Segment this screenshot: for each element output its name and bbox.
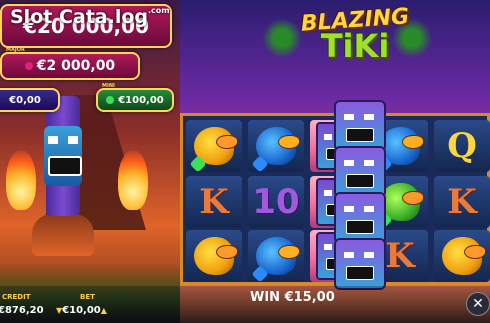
jackpot-major-value: €2 000,00: [36, 58, 116, 74]
credit-label: CREDIT: [2, 293, 31, 301]
symbol-bird-yellow: [186, 230, 242, 282]
symbol-10: 10: [248, 176, 304, 228]
watermark: Slot Cata.log.com: [10, 6, 170, 28]
toucan-icon: [194, 237, 238, 275]
jackpot-minor: €0,00: [0, 88, 60, 112]
gem-icon: [24, 62, 33, 70]
bet-increase-icon[interactable]: ▲: [101, 306, 107, 315]
symbol-bird-blue: [248, 120, 304, 173]
toucan-icon: [442, 237, 486, 275]
tiki-totem-stack: [332, 100, 386, 290]
tiki-mascot: [32, 96, 94, 256]
symbol-bird-blue: [248, 230, 304, 283]
symbol-k: K: [186, 176, 242, 228]
symbol-bird-yellow: [186, 120, 242, 173]
gem-icon: [106, 96, 115, 104]
bet-value: €10,00: [62, 305, 101, 316]
jackpot-mini-label: MINI: [102, 83, 115, 89]
credit-value: €876,20: [0, 305, 44, 316]
game-logo: BLAZING TiKi: [285, 4, 425, 65]
jackpot-mini: MINI €100,00: [96, 83, 174, 112]
symbol-bird-yellow: [434, 230, 490, 282]
close-icon[interactable]: ✕: [466, 292, 490, 316]
jackpot-major: MAJOR €2 000,00: [0, 47, 140, 80]
tiki-icon: [334, 238, 386, 290]
bet-control[interactable]: ▼€10,00▲: [56, 305, 107, 316]
background-volcano-scene: [0, 0, 180, 323]
jackpot-minor-value: €0,00: [9, 94, 41, 106]
symbol-q: Q: [434, 120, 490, 172]
tiki-icon: [334, 100, 386, 152]
jackpot-major-label: MAJOR: [6, 47, 25, 53]
win-amount: WIN €15,00: [250, 290, 335, 305]
reel-2: 10: [245, 116, 307, 283]
tiki-icon: [334, 192, 386, 244]
flame-left: [6, 150, 36, 210]
reel-5: Q K: [431, 116, 490, 282]
symbol-k: K: [434, 176, 490, 228]
bet-label: BET: [80, 293, 95, 301]
jackpot-mini-value: €100,00: [118, 94, 164, 106]
reel-1: K: [183, 116, 245, 282]
flame-right: [118, 150, 148, 210]
tiki-icon: [334, 146, 386, 198]
